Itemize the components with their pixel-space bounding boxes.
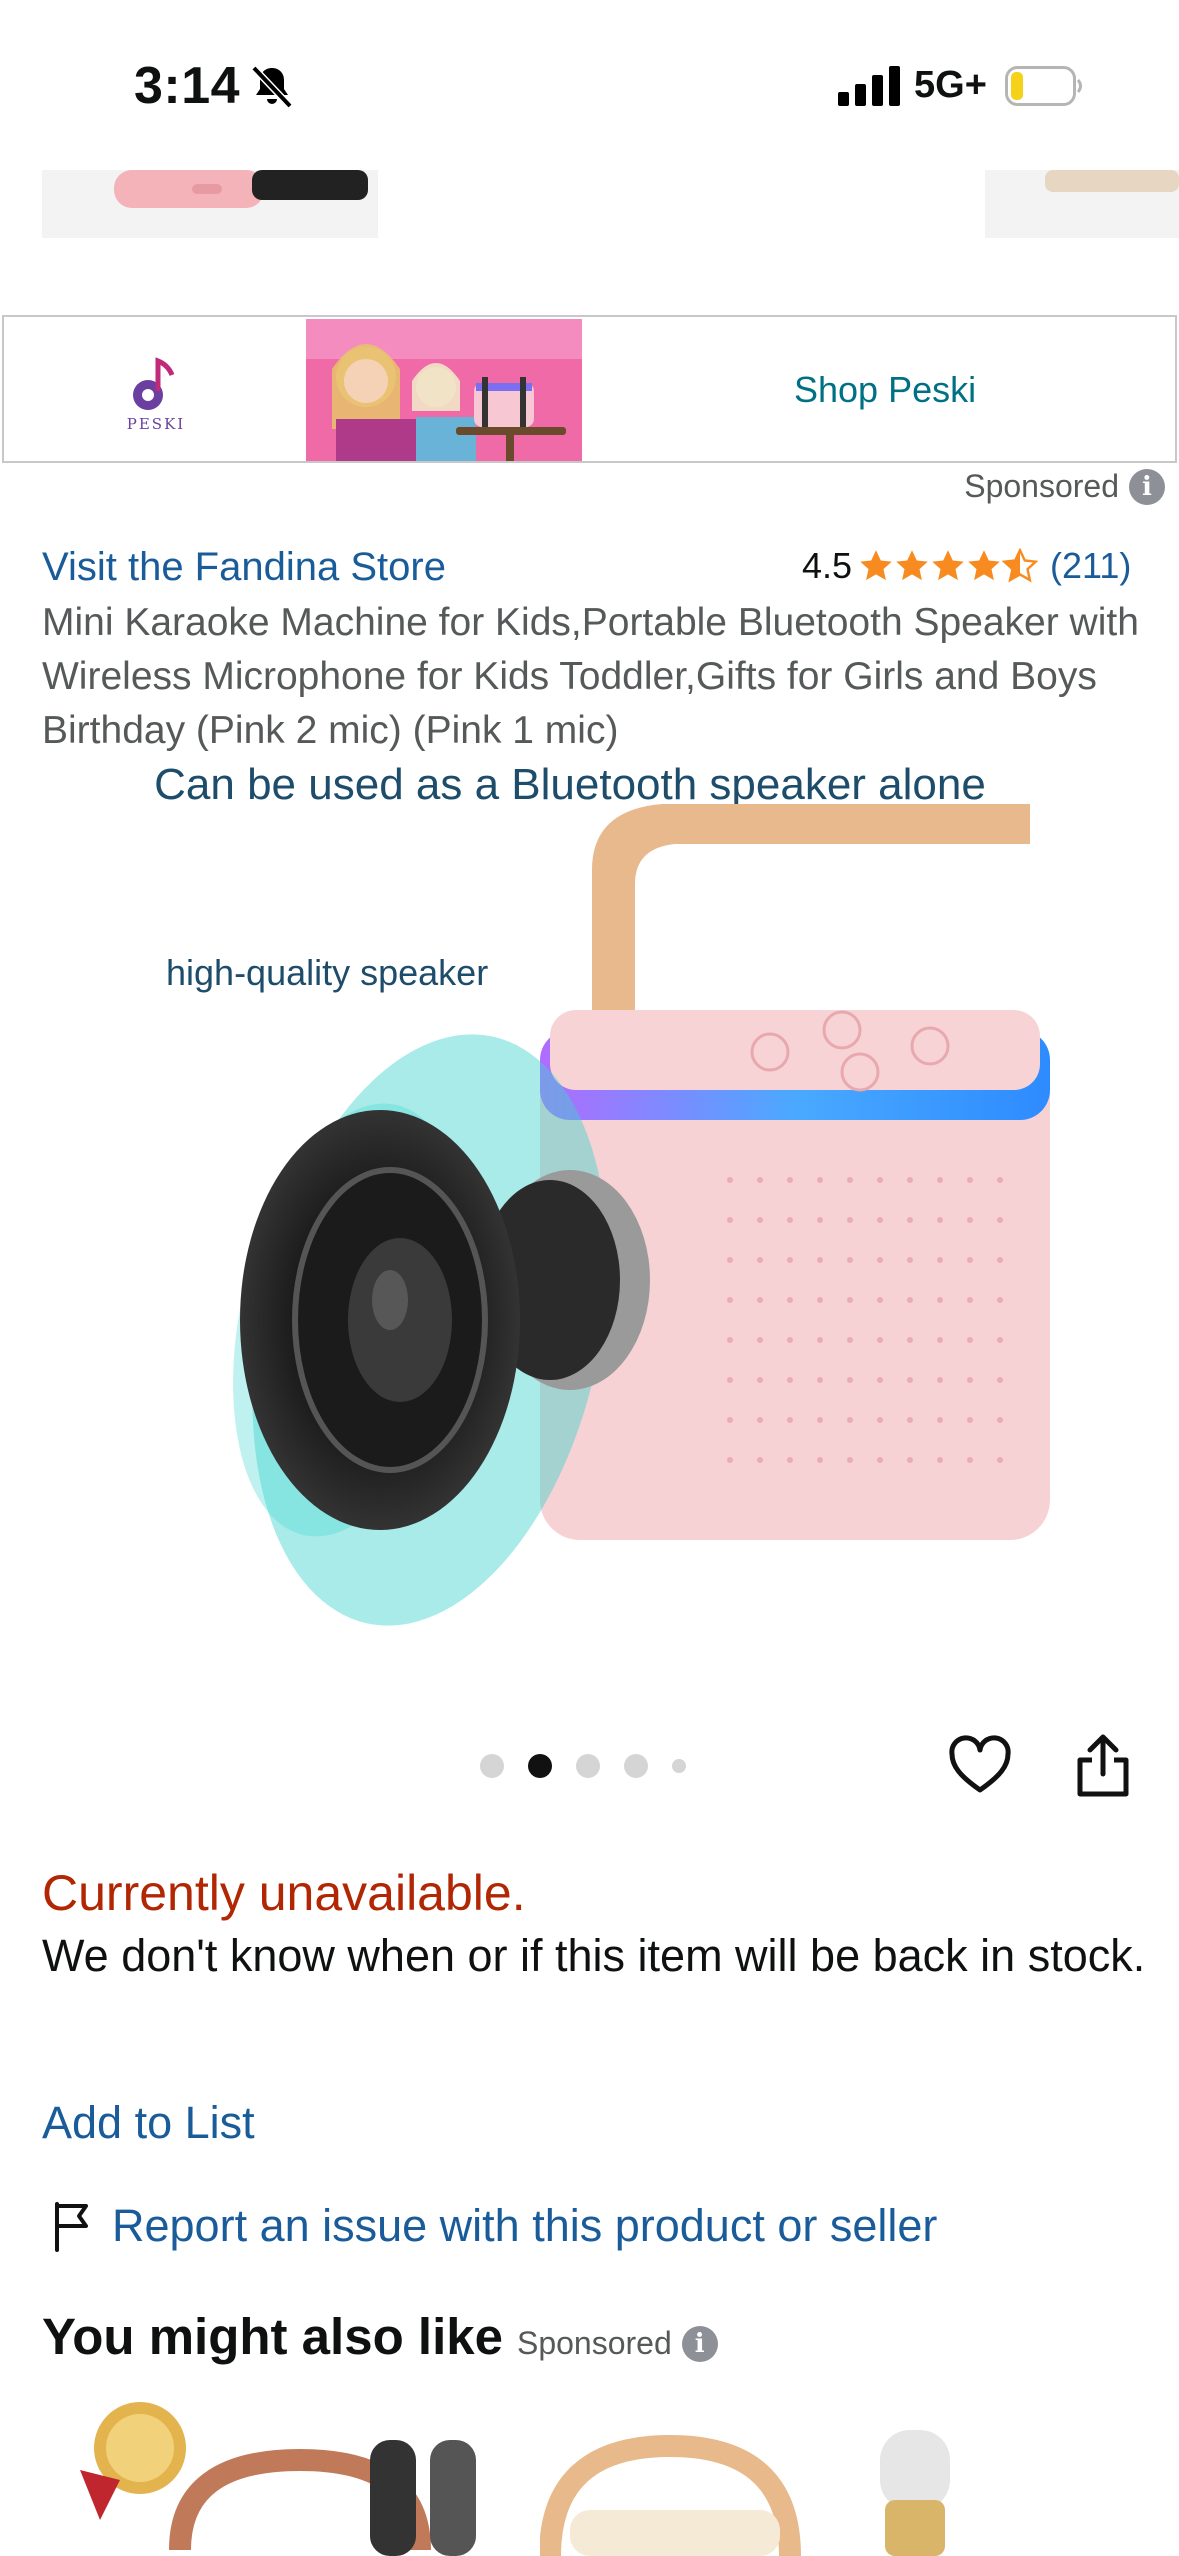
rating-value: 4.5: [802, 545, 853, 586]
signal-icon: [838, 66, 900, 106]
brand-banner[interactable]: PESKI Shop Peski: [2, 315, 1177, 463]
carousel-indicator[interactable]: [480, 1754, 686, 1778]
previous-product-row: [0, 170, 1179, 240]
availability-message: We don't know when or if this item will …: [42, 1930, 1146, 1981]
shop-brand-link[interactable]: Shop Peski: [794, 369, 976, 411]
network-label: 5G+: [914, 64, 987, 106]
recommended-product-image: [80, 2402, 476, 2556]
product-title: Mini Karaoke Machine for Kids,Portable B…: [42, 601, 1139, 752]
share-icon[interactable]: [1072, 1732, 1134, 1800]
product-image-carousel[interactable]: Can be used as a Bluetooth speaker alone: [130, 760, 1050, 1660]
info-icon[interactable]: i: [681, 2325, 718, 2362]
recommended-product-image: [540, 2430, 950, 2556]
recommendations-header: You might also like Sponsored i: [42, 2307, 718, 2366]
bell-muted-icon: [251, 65, 293, 109]
recommended-product-card[interactable]: [540, 2400, 1010, 2556]
rating-count[interactable]: (211): [1050, 545, 1131, 587]
product-thumbnail[interactable]: [985, 170, 1179, 238]
carousel-dot[interactable]: [624, 1754, 648, 1778]
product-image: [1045, 170, 1179, 192]
report-issue-link[interactable]: Report an issue with this product or sel…: [52, 2200, 937, 2252]
report-issue-text[interactable]: Report an issue with this product or sel…: [112, 2200, 937, 2252]
heart-icon[interactable]: [946, 1732, 1014, 1800]
carousel-dot[interactable]: [576, 1754, 600, 1778]
visit-store-link[interactable]: Visit the Fandina Store: [42, 545, 446, 590]
status-time: 3:14: [134, 57, 241, 115]
sponsored-label[interactable]: Sponsored i: [964, 468, 1165, 505]
carousel-dot-active[interactable]: [528, 1754, 552, 1778]
rating-summary[interactable]: 4.5 (211): [802, 545, 1131, 587]
recommendations-title: You might also like: [42, 2308, 503, 2365]
star-rating: [858, 548, 1039, 584]
star-full-icon: [932, 550, 964, 581]
status-bar: 3:14 5G+: [0, 0, 1179, 170]
info-icon[interactable]: i: [1129, 468, 1165, 505]
sponsored-text: Sponsored: [516, 2325, 672, 2361]
star-full-icon: [860, 550, 892, 581]
carousel-dot[interactable]: [480, 1754, 504, 1778]
add-to-list-link[interactable]: Add to List: [42, 2097, 255, 2149]
image-subcaption: high-quality speaker: [166, 952, 489, 993]
banner-image: [306, 319, 582, 461]
sponsored-text: Sponsored: [964, 468, 1119, 504]
svg-text:PESKI: PESKI: [127, 415, 185, 433]
sponsored-label[interactable]: Sponsored i: [517, 2325, 718, 2362]
star-full-icon: [896, 550, 928, 581]
battery-icon: [1005, 66, 1082, 106]
recommended-product-card[interactable]: [60, 2400, 530, 2556]
star-full-icon: [968, 550, 1000, 581]
peski-logo: PESKI: [127, 357, 185, 433]
star-half-icon: [1002, 548, 1039, 583]
carousel-dot[interactable]: [672, 1759, 686, 1773]
microphone-image: [114, 170, 368, 208]
speaker-image: [233, 804, 1050, 1626]
flag-icon: [55, 2202, 88, 2252]
availability-status: Currently unavailable.: [42, 1865, 526, 1921]
product-thumbnail[interactable]: [42, 170, 378, 238]
